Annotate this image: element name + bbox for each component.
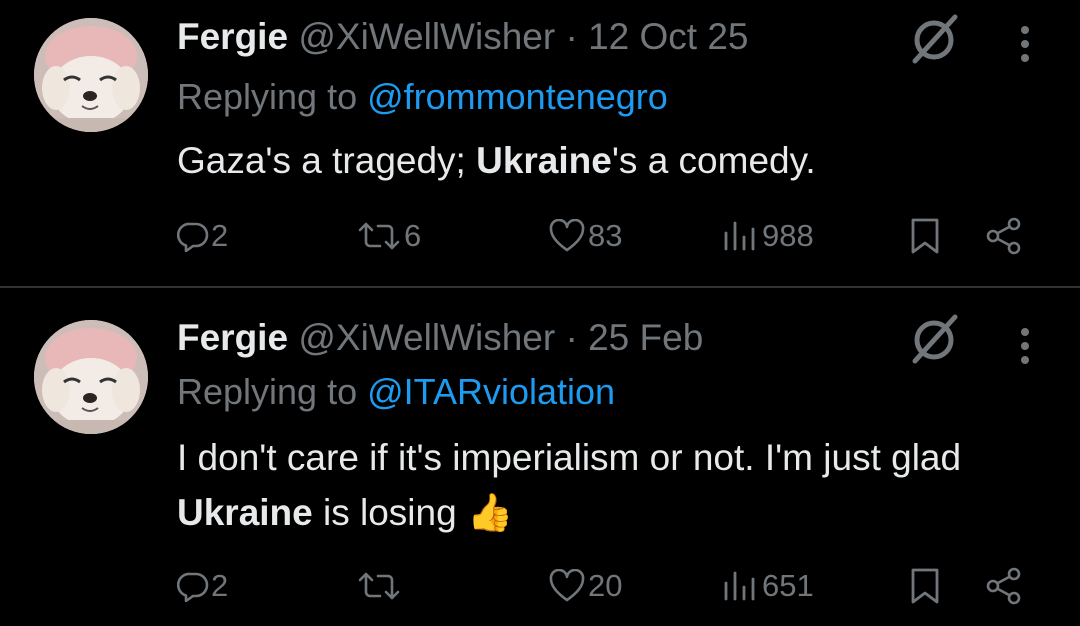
grok-icon[interactable] [905, 10, 963, 68]
separator: · [565, 317, 578, 358]
repost-count: 6 [404, 218, 422, 253]
text-segment-bold: Ukraine [476, 140, 612, 181]
like-button[interactable]: 20 [548, 561, 622, 611]
replying-prefix: Replying to [177, 371, 358, 412]
share-button[interactable] [984, 211, 1024, 261]
handle[interactable]: @XiWellWisher [298, 317, 555, 358]
repost-icon [358, 222, 400, 250]
like-icon [549, 569, 585, 602]
action-bar: 2 6 83 988 [0, 211, 1080, 261]
repost-button[interactable] [356, 561, 404, 611]
handle[interactable]: @XiWellWisher [298, 16, 555, 57]
views-icon [724, 571, 755, 601]
text-segment: is losing [312, 492, 467, 533]
reply-count: 2 [211, 568, 229, 603]
action-bar: 2 20 651 [0, 561, 1080, 611]
views-button[interactable]: 651 [722, 561, 814, 611]
bookmark-button[interactable] [908, 561, 942, 611]
text-segment: 's a comedy. [611, 140, 816, 181]
reply-icon [177, 222, 209, 252]
divider [0, 286, 1080, 288]
replying-prefix: Replying to [177, 76, 358, 117]
tweet-header: Fergie @XiWellWisher · 12 Oct 25 [177, 15, 749, 59]
repost-icon [358, 572, 400, 600]
text-segment: Gaza's a tragedy; [177, 140, 477, 181]
timestamp[interactable]: 12 Oct 25 [588, 16, 748, 57]
bookmark-icon [911, 218, 939, 254]
share-button[interactable] [984, 561, 1024, 611]
like-icon [549, 219, 585, 252]
more-icon[interactable] [1010, 20, 1040, 70]
replying-to: Replying to @ITARviolation [177, 370, 615, 414]
text-segment-bold: Ukraine [177, 492, 313, 533]
avatar[interactable] [34, 320, 148, 434]
reply-count: 2 [211, 218, 229, 253]
replying-handle-link[interactable]: @frommontenegro [367, 76, 668, 117]
more-icon[interactable] [1010, 322, 1040, 372]
views-count: 988 [762, 218, 814, 253]
tweet-header: Fergie @XiWellWisher · 25 Feb [177, 316, 703, 360]
like-count: 20 [588, 568, 623, 603]
thumbs-up-emoji: 👍 [466, 491, 514, 534]
like-count: 83 [588, 218, 623, 253]
repost-button[interactable]: 6 [356, 211, 421, 261]
like-button[interactable]: 83 [548, 211, 622, 261]
avatar[interactable] [34, 18, 148, 132]
tweet[interactable]: Fergie @XiWellWisher · 12 Oct 25 Replyin… [0, 0, 1080, 290]
grok-icon[interactable] [905, 310, 963, 368]
views-icon [724, 221, 755, 251]
tweet-text: Gaza's a tragedy; Ukraine's a comedy. [177, 133, 1037, 188]
views-count: 651 [762, 568, 814, 603]
share-icon [986, 217, 1021, 255]
bookmark-button[interactable] [908, 211, 942, 261]
display-name[interactable]: Fergie [177, 16, 288, 57]
reply-button[interactable]: 2 [177, 561, 228, 611]
replying-to: Replying to @frommontenegro [177, 75, 668, 119]
share-icon [986, 567, 1021, 605]
replying-handle-link[interactable]: @ITARviolation [367, 371, 615, 412]
tweet[interactable]: Fergie @XiWellWisher · 25 Feb Replying t… [0, 290, 1080, 605]
reply-button[interactable]: 2 [177, 211, 228, 261]
separator: · [565, 16, 578, 57]
text-segment: I don't care if it's imperialism or not.… [177, 437, 962, 478]
bookmark-icon [911, 568, 939, 604]
tweet-text: I don't care if it's imperialism or not.… [177, 430, 1037, 540]
display-name[interactable]: Fergie [177, 317, 288, 358]
timestamp[interactable]: 25 Feb [588, 317, 703, 358]
reply-icon [177, 572, 209, 602]
views-button[interactable]: 988 [722, 211, 814, 261]
